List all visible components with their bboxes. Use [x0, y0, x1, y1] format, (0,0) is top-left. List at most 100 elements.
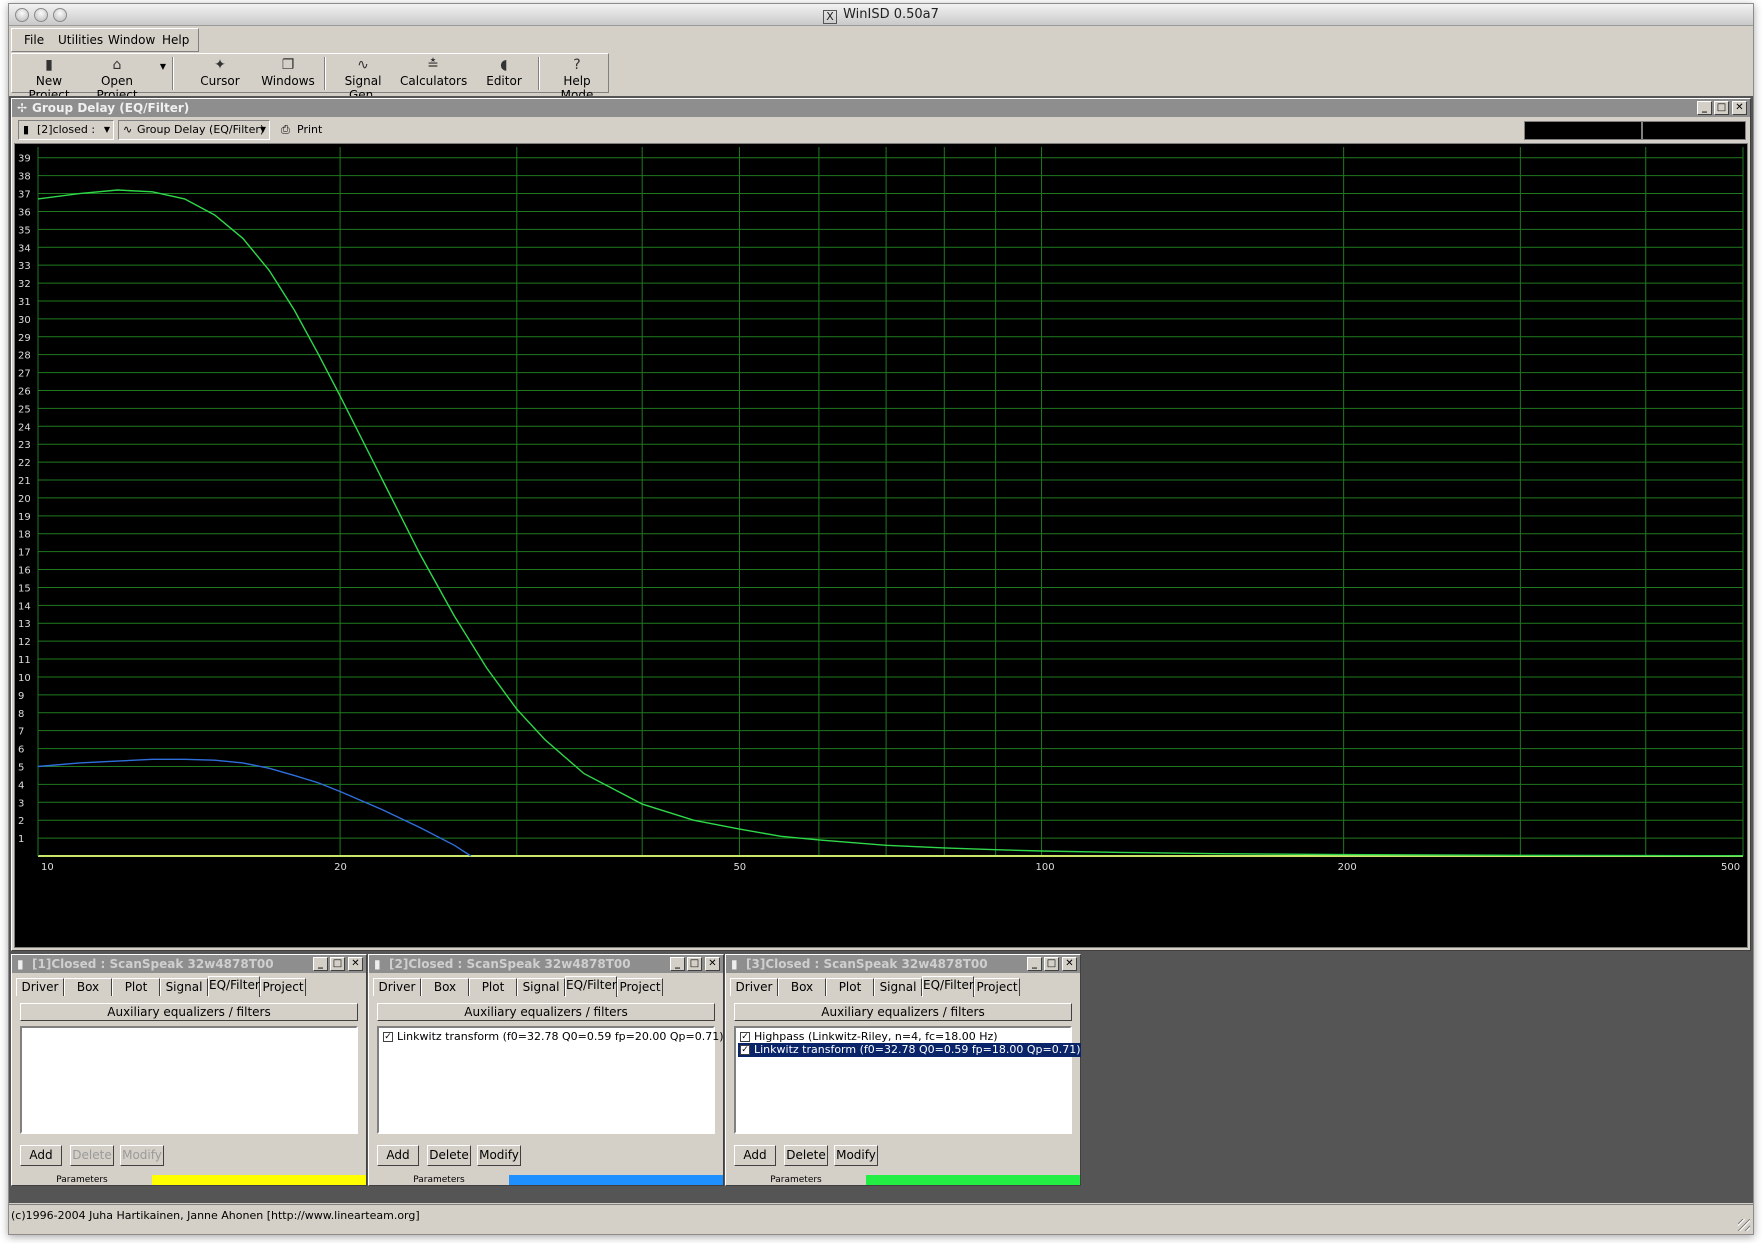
- parameters-bar[interactable]: Parameters: [369, 1175, 723, 1185]
- tab-eq-filter[interactable]: EQ/Filter: [208, 976, 260, 997]
- tab-driver[interactable]: Driver: [373, 978, 421, 996]
- project-select[interactable]: ▮ [2]closed : ▼: [18, 120, 114, 140]
- parameters-bar[interactable]: Parameters: [726, 1175, 1080, 1185]
- group-delay-chart[interactable]: 1 2 3 4 5 6 7 8 9 10 11 12 13 14 15 16 17 18 19 20 21 22 23 24 2…: [14, 143, 1748, 948]
- calculators-button[interactable]: ≛ Calculators: [400, 56, 467, 92]
- project-icon: ▮: [374, 957, 381, 971]
- tab-box[interactable]: Box: [64, 978, 112, 996]
- y-tick-label: 3: [18, 798, 24, 809]
- add-button[interactable]: Add: [734, 1145, 776, 1166]
- windows-button[interactable]: ❐ Windows: [258, 56, 318, 92]
- filter-list-item[interactable]: ✓ Linkwitz transform (f0=32.78 Q0=0.59 fp…: [381, 1030, 724, 1044]
- tab-box[interactable]: Box: [421, 978, 469, 996]
- delete-button[interactable]: Delete: [784, 1145, 828, 1166]
- tab-plot[interactable]: Plot: [469, 978, 517, 996]
- tab-plot[interactable]: Plot: [112, 978, 160, 996]
- filter-list[interactable]: ✓ Highpass (Linkwitz-Riley, n=4, fc=18.00…: [734, 1026, 1081, 1134]
- project-window-caption: ▮ [2]Closed : ScanSpeak 32w4878T00 _ □ ✕: [369, 955, 723, 973]
- menu-help[interactable]: Help: [162, 33, 189, 47]
- calculator-icon: ≛: [427, 57, 439, 73]
- minimize-button[interactable]: _: [1697, 101, 1712, 115]
- tab-project[interactable]: Project: [974, 978, 1020, 996]
- maximize-button[interactable]: □: [687, 957, 702, 971]
- pin-icon: ✢: [17, 101, 28, 115]
- open-project-button[interactable]: ⌂ Open Project: [80, 56, 154, 102]
- project-window-title: [2]Closed : ScanSpeak 32w4878T00: [389, 957, 631, 971]
- y-tick-label: 14: [18, 601, 31, 612]
- tab-signal[interactable]: Signal: [160, 978, 208, 996]
- aux-equalizers-button[interactable]: Auxiliary equalizers / filters: [377, 1003, 715, 1021]
- aux-equalizers-button[interactable]: Auxiliary equalizers / filters: [20, 1003, 358, 1021]
- menu-bar: File Utilities Window Help: [11, 28, 199, 52]
- close-button[interactable]: ✕: [1732, 101, 1747, 115]
- project-window-3: ▮ [3]Closed : ScanSpeak 32w4878T00 _ □ ✕ Driv…: [725, 954, 1081, 1186]
- checkbox[interactable]: ✓: [740, 1045, 750, 1055]
- aux-equalizers-button[interactable]: Auxiliary equalizers / filters: [734, 1003, 1072, 1021]
- tab-plot[interactable]: Plot: [826, 978, 874, 996]
- chevron-down-icon: ▼: [259, 125, 266, 134]
- help-mode-button[interactable]: ? Help Mode: [546, 56, 608, 102]
- parameters-bar[interactable]: Parameters: [12, 1175, 366, 1185]
- add-button[interactable]: Add: [377, 1145, 419, 1166]
- signal-gen-button[interactable]: ∿ Signal Gen.: [330, 56, 396, 102]
- close-button[interactable]: ✕: [348, 957, 363, 971]
- minimize-button[interactable]: _: [313, 957, 328, 971]
- checkbox[interactable]: ✓: [383, 1032, 393, 1042]
- tab-signal[interactable]: Signal: [517, 978, 565, 996]
- add-button[interactable]: Add: [20, 1145, 62, 1166]
- delete-button[interactable]: Delete: [427, 1145, 471, 1166]
- maximize-button[interactable]: □: [330, 957, 345, 971]
- filter-list[interactable]: [20, 1026, 358, 1134]
- close-button[interactable]: ✕: [705, 957, 720, 971]
- y-tick-label: 10: [18, 673, 31, 684]
- delete-button[interactable]: Delete: [70, 1145, 114, 1166]
- y-tick-label: 20: [18, 494, 31, 505]
- tab-box[interactable]: Box: [778, 978, 826, 996]
- close-button[interactable]: ✕: [1062, 957, 1077, 971]
- editor-button[interactable]: ◖ Editor: [474, 56, 534, 92]
- tab-project[interactable]: Project: [260, 978, 306, 996]
- y-tick-label: 39: [18, 154, 31, 165]
- resize-grip-icon[interactable]: [1738, 1219, 1750, 1231]
- menu-utilities[interactable]: Utilities: [58, 33, 103, 47]
- y-tick-label: 12: [18, 637, 31, 648]
- x-tick-label: 50: [733, 862, 746, 873]
- y-tick-label: 31: [18, 297, 31, 308]
- tab-driver[interactable]: Driver: [16, 978, 64, 996]
- checkbox[interactable]: ✓: [740, 1032, 750, 1042]
- filter-list[interactable]: ✓ Linkwitz transform (f0=32.78 Q0=0.59 fp…: [377, 1026, 724, 1134]
- x11-logo-icon: X: [823, 10, 838, 24]
- menu-window[interactable]: Window: [108, 33, 155, 47]
- x-tick-label: 100: [1036, 862, 1055, 873]
- print-button[interactable]: ⎙ Print: [278, 120, 326, 140]
- modify-button[interactable]: Modify: [477, 1145, 521, 1166]
- open-project-dropdown-icon[interactable]: ▼: [158, 62, 168, 98]
- y-tick-label: 27: [18, 369, 31, 380]
- modify-button[interactable]: Modify: [834, 1145, 878, 1166]
- modify-button[interactable]: Modify: [120, 1145, 164, 1166]
- filter-list-item[interactable]: ✓ Linkwitz transform (f0=32.78 Q0=0.59 fp…: [738, 1043, 1081, 1057]
- group-delay-caption: ✢ Group Delay (EQ/Filter) _ □ ✕: [12, 99, 1750, 117]
- waveform-icon: ∿: [357, 57, 369, 73]
- cursor-button[interactable]: ✦ Cursor: [190, 56, 250, 92]
- filter-list-item[interactable]: ✓ Highpass (Linkwitz-Riley, n=4, fc=18.00…: [738, 1030, 998, 1044]
- x-tick-label: 200: [1338, 862, 1357, 873]
- maximize-button[interactable]: □: [1714, 101, 1729, 115]
- plot-type-select[interactable]: ∿ Group Delay (EQ/Filter) ▼: [118, 120, 270, 140]
- tab-driver[interactable]: Driver: [730, 978, 778, 996]
- y-tick-label: 32: [18, 279, 31, 290]
- tab-eq-filter[interactable]: EQ/Filter: [565, 976, 617, 997]
- speaker-icon: ◖: [500, 57, 508, 73]
- menu-file[interactable]: File: [24, 33, 44, 47]
- maximize-button[interactable]: □: [1044, 957, 1059, 971]
- tab-project[interactable]: Project: [617, 978, 663, 996]
- mdi-workspace: ✢ Group Delay (EQ/Filter) _ □ ✕ ▮ [2]clo…: [9, 96, 1753, 1203]
- group-delay-window: ✢ Group Delay (EQ/Filter) _ □ ✕ ▮ [2]clo…: [11, 98, 1751, 951]
- tab-eq-filter[interactable]: EQ/Filter: [922, 976, 974, 997]
- new-project-button[interactable]: ▮ New Project: [20, 56, 78, 102]
- project-window-2: ▮ [2]Closed : ScanSpeak 32w4878T00 _ □ ✕ Driv…: [368, 954, 724, 1186]
- minimize-button[interactable]: _: [1027, 957, 1042, 971]
- minimize-button[interactable]: _: [670, 957, 685, 971]
- tab-signal[interactable]: Signal: [874, 978, 922, 996]
- cursor-readout-y: [1642, 121, 1746, 140]
